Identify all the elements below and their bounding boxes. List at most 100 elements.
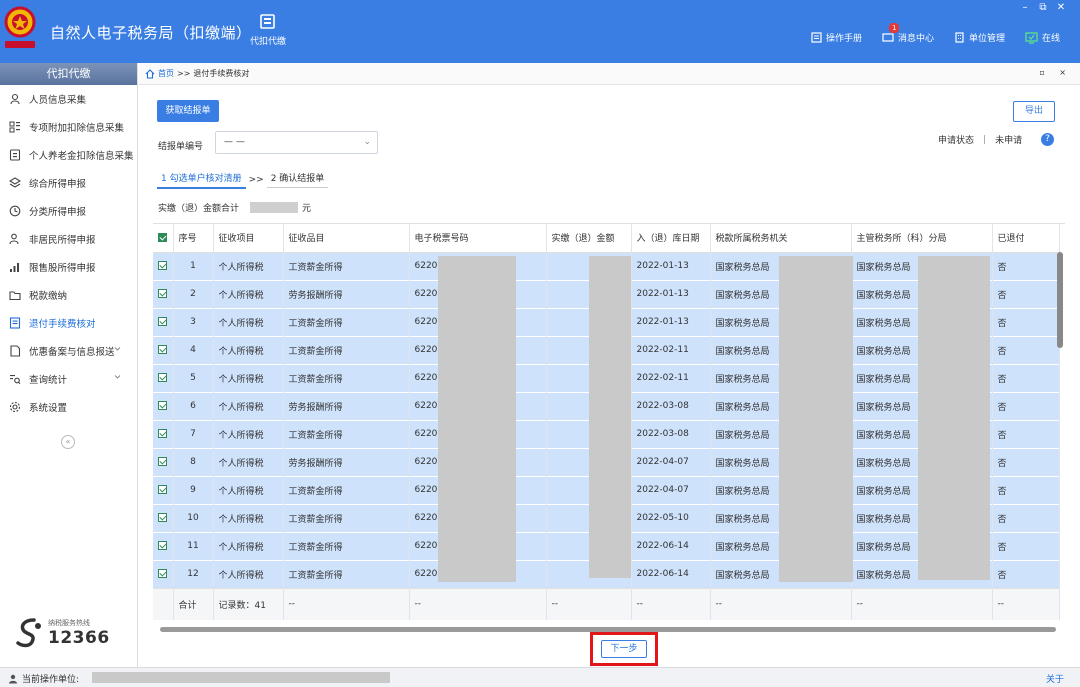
card-icon — [9, 149, 21, 161]
row-select-cell[interactable] — [153, 504, 174, 532]
sidebar-item[interactable]: 优惠备案与信息报送 — [0, 337, 137, 365]
redacted-unit-name — [92, 672, 390, 683]
cell-date: 2022-01-13 — [631, 252, 711, 280]
row-checkbox[interactable] — [158, 345, 167, 354]
row-select-cell[interactable] — [153, 252, 174, 280]
home-icon — [145, 68, 155, 79]
app-header: 自然人电子税务局（扣缴端） 代扣代缴 – ⧉ ✕ 操作手册 1 消息中心 单位管… — [0, 0, 1080, 63]
sidebar-item[interactable]: 查询统计 — [0, 365, 137, 393]
row-checkbox[interactable] — [158, 485, 167, 494]
cell-item: 工资薪金所得 — [283, 560, 410, 588]
sidebar-item[interactable]: 人员信息采集 — [0, 85, 137, 113]
row-select-cell[interactable] — [153, 448, 174, 476]
message-center-link[interactable]: 1 消息中心 — [882, 23, 934, 44]
sidebar-item-label: 人员信息采集 — [29, 95, 87, 106]
cell-no: 7 — [173, 420, 214, 448]
total-amount-label: 实缴（退）金额合计 — [158, 204, 240, 214]
unit-management-link[interactable]: 单位管理 — [954, 31, 1005, 44]
cell-no: 4 — [173, 336, 214, 364]
footer-empty — [153, 587, 174, 620]
select-all-cell[interactable] — [153, 224, 174, 253]
row-checkbox[interactable] — [158, 429, 167, 438]
breadcrumb-home[interactable]: 首页 — [158, 68, 174, 79]
cell-project: 个人所得税 — [213, 560, 284, 588]
row-checkbox[interactable] — [158, 261, 167, 270]
cell-refunded: 否 — [992, 336, 1060, 364]
redacted-ticket-numbers — [438, 256, 516, 582]
sidebar-collapse-button[interactable]: « — [61, 435, 75, 449]
select-all-checkbox[interactable] — [158, 232, 167, 242]
sidebar: 代扣代缴 人员信息采集 专项附加扣除信息采集 个人养老金扣除信息采集 综合所得申报 分类… — [0, 63, 138, 667]
close-button[interactable]: ✕ — [1052, 2, 1070, 13]
online-label: 在线 — [1041, 34, 1060, 44]
col-refunded: 已退付 — [992, 224, 1060, 253]
gear-icon — [9, 401, 21, 413]
current-unit: 当前操作单位: — [8, 672, 79, 685]
chevron-down-icon — [114, 347, 121, 351]
sidebar-item[interactable]: 专项附加扣除信息采集 — [0, 113, 137, 141]
row-checkbox[interactable] — [158, 513, 167, 522]
restore-button[interactable]: ⧉ — [1034, 2, 1052, 13]
row-checkbox[interactable] — [158, 317, 167, 326]
row-select-cell[interactable] — [153, 560, 174, 588]
row-checkbox[interactable] — [158, 569, 167, 578]
vertical-scrollbar[interactable] — [1057, 252, 1063, 348]
cell-refunded: 否 — [992, 476, 1060, 504]
sidebar-item[interactable]: 综合所得申报 — [0, 169, 137, 197]
online-status[interactable]: 在线 — [1025, 31, 1060, 44]
cell-project: 个人所得税 — [213, 420, 284, 448]
doc-icon — [9, 317, 21, 329]
row-checkbox[interactable] — [158, 289, 167, 298]
table-footer-row: 合计 记录数：41 -- -- -- -- -- -- -- — [153, 587, 1060, 620]
row-checkbox[interactable] — [158, 373, 167, 382]
footer-dash: -- — [710, 587, 852, 620]
row-select-cell[interactable] — [153, 364, 174, 392]
statement-no-select[interactable]: — — ⌄ — [215, 131, 378, 154]
next-step-button[interactable]: 下一步 — [601, 640, 647, 658]
row-select-cell[interactable] — [153, 392, 174, 420]
sidebar-item[interactable]: 退付手续费核对 — [0, 309, 137, 337]
step-2-tab[interactable]: 2 确认结报单 — [266, 171, 329, 188]
search-list-icon — [10, 375, 21, 385]
doc2-icon — [10, 345, 21, 357]
help-icon[interactable]: ? — [1041, 133, 1054, 146]
row-checkbox[interactable] — [158, 541, 167, 550]
sidebar-item[interactable]: 分类所得申报 — [0, 197, 137, 225]
cell-date: 2022-01-13 — [631, 308, 711, 336]
minimize-button[interactable]: – — [1016, 2, 1034, 13]
about-link[interactable]: 关于 — [1046, 672, 1064, 685]
row-select-cell[interactable] — [153, 308, 174, 336]
sidebar-item[interactable]: 非居民所得申报 — [0, 225, 137, 253]
sidebar-item[interactable]: 税款缴纳 — [0, 281, 137, 309]
manual-link[interactable]: 操作手册 — [811, 31, 862, 44]
cell-date: 2022-02-11 — [631, 364, 711, 392]
module-daikou[interactable]: 代扣代缴 — [246, 14, 290, 47]
header-links: 操作手册 1 消息中心 单位管理 在线 — [791, 23, 1060, 44]
footer-total-label: 合计 — [173, 587, 214, 620]
row-select-cell[interactable] — [153, 420, 174, 448]
row-select-cell[interactable] — [153, 280, 174, 308]
cell-refunded: 否 — [992, 252, 1060, 280]
tab-controls[interactable]: ▫ × — [1039, 68, 1072, 77]
row-checkbox[interactable] — [158, 457, 167, 466]
row-select-cell[interactable] — [153, 532, 174, 560]
cell-date: 2022-03-08 — [631, 392, 711, 420]
unit-mgmt-label: 单位管理 — [968, 34, 1005, 44]
module-label: 代扣代缴 — [249, 37, 286, 47]
sidebar-item[interactable]: 个人养老金扣除信息采集 — [0, 141, 137, 169]
hotline-label: 纳税服务热线 — [48, 619, 90, 627]
col-authority: 税款所属税务机关 — [710, 224, 852, 253]
row-select-cell[interactable] — [153, 336, 174, 364]
cell-date: 2022-03-08 — [631, 420, 711, 448]
footer-dash: -- — [409, 587, 547, 620]
sidebar-item[interactable]: 系统设置 — [0, 393, 137, 421]
tax-emblem-icon — [4, 6, 36, 48]
step-1-tab[interactable]: 1 勾选单户核对清册 — [157, 171, 246, 189]
fetch-statement-button[interactable]: 获取结报单 — [157, 100, 219, 122]
export-button[interactable]: 导出 — [1013, 101, 1055, 122]
row-select-cell[interactable] — [153, 476, 174, 504]
row-checkbox[interactable] — [158, 401, 167, 410]
sidebar-item[interactable]: 限售股所得申报 — [0, 253, 137, 281]
cell-project: 个人所得税 — [213, 504, 284, 532]
cell-date: 2022-06-14 — [631, 532, 711, 560]
